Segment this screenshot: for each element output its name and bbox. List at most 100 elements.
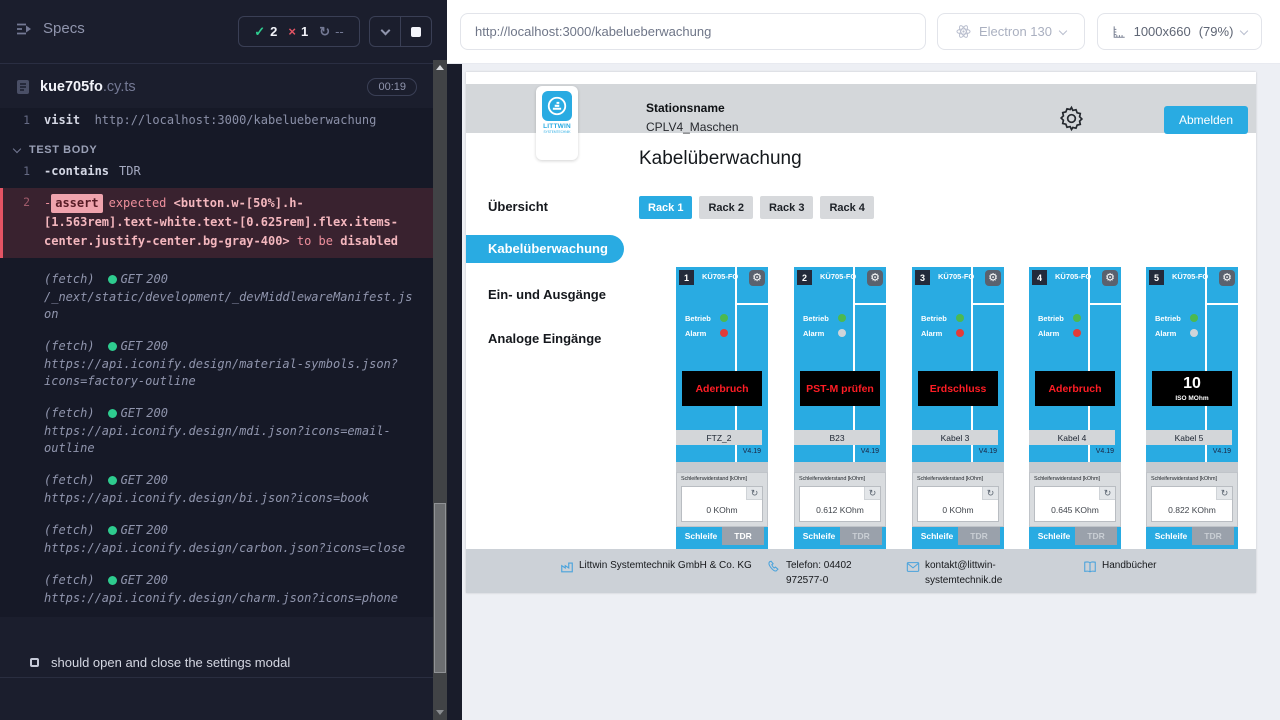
loop-resistance-panel: Schleifenwiderstand [kOhm] ↻ 0.645 KOhm <box>1029 472 1121 527</box>
loop-resistance-display: ↻ 0.822 KOhm <box>1151 486 1233 522</box>
reporter-scrollbar[interactable] <box>433 60 447 720</box>
tab-rack-3[interactable]: Rack 3 <box>760 196 813 219</box>
restart-icon: ↻ <box>319 24 330 40</box>
app-header: Stationsname CPLV4_Maschen Abmelden <box>466 84 1256 133</box>
device-model: KÜ705-FO <box>938 272 974 281</box>
device-card-4: 4 KÜ705-FO ⚙ Betrieb Alarm Aderbruch Kab… <box>1029 267 1121 577</box>
screen: Specs ✓2 ×1 ↻-- kue705fo.cy.ts 00:19 1 v… <box>0 0 1280 720</box>
cable-label: FTZ_2 <box>676 430 762 445</box>
schleife-button[interactable]: Schleife <box>916 527 958 545</box>
status-ok-dot <box>108 342 117 351</box>
iso-value: 10 <box>1183 376 1201 392</box>
divider <box>1146 462 1238 472</box>
sidebar-item-uebersicht[interactable]: Übersicht <box>488 199 548 214</box>
fetch-log-entry[interactable]: (fetch)GET 200 https://api.iconify.desig… <box>0 336 433 392</box>
test-body-section[interactable]: TEST BODY <box>14 144 433 156</box>
fetch-log-entry[interactable]: (fetch)GET 200 https://api.iconify.desig… <box>0 520 433 559</box>
loop-resistance-display: ↻ 0.612 KOhm <box>799 486 881 522</box>
betrieb-label: Betrieb <box>1038 314 1064 323</box>
device-settings-button[interactable]: ⚙ <box>985 270 1001 286</box>
device-number: 4 <box>1032 270 1047 285</box>
fetch-log-entry[interactable]: (fetch)GET 200 /_next/static/development… <box>0 269 433 325</box>
aut-preview-area: Stationsname CPLV4_Maschen Abmelden LITT… <box>462 64 1280 720</box>
tdr-button[interactable]: TDR <box>1075 527 1117 545</box>
device-model: KÜ705-FO <box>702 272 738 281</box>
tdr-button[interactable]: TDR <box>1192 527 1234 545</box>
command-contains[interactable]: 1 -containsTDR <box>0 161 433 182</box>
fetch-log-entry[interactable]: (fetch)GET 200 https://api.iconify.desig… <box>0 403 433 459</box>
pending-test-row[interactable]: should open and close the settings modal <box>0 648 433 678</box>
chevron-down-icon <box>13 145 21 153</box>
panel-splitter[interactable] <box>447 64 462 720</box>
fetch-log-entry[interactable]: (fetch)GET 200 https://api.iconify.desig… <box>0 570 433 609</box>
refresh-button[interactable]: ↻ <box>982 487 998 500</box>
collapse-button[interactable] <box>370 17 400 46</box>
command-visit[interactable]: 1 visit http://localhost:3000/kabelueber… <box>0 110 433 131</box>
tab-rack-2[interactable]: Rack 2 <box>699 196 752 219</box>
loop-resistance-value: 0.645 KOhm <box>1035 505 1115 515</box>
device-settings-button[interactable]: ⚙ <box>749 270 765 286</box>
specs-toggle[interactable]: Specs <box>16 20 85 37</box>
schleife-button[interactable]: Schleife <box>1150 527 1192 545</box>
settings-button[interactable] <box>1058 105 1085 132</box>
cable-label: Kabel 5 <box>1146 430 1232 445</box>
footer-manuals-link[interactable]: Handbücher <box>1083 559 1156 574</box>
device-card-1: 1 KÜ705-FO ⚙ Betrieb Alarm Aderbruch FTZ… <box>676 267 768 577</box>
device-card-3: 3 KÜ705-FO ⚙ Betrieb Alarm Erdschluss Ka… <box>912 267 1004 577</box>
tdr-button[interactable]: TDR <box>840 527 882 545</box>
sidebar-item-analoge-eingaenge[interactable]: Analoge Eingänge <box>488 331 601 346</box>
sidebar-item-kabelueberwachung[interactable]: Kabelüberwachung <box>466 235 624 263</box>
tdr-button[interactable]: TDR <box>958 527 1000 545</box>
fetch-url: /_next/static/development/_devMiddleware… <box>44 289 417 323</box>
loop-resistance-panel: Schleifenwiderstand [kOhm] ↻ 0 KOhm <box>676 472 768 527</box>
cable-label: Kabel 3 <box>912 430 998 445</box>
schleife-button[interactable]: Schleife <box>1033 527 1075 545</box>
iso-unit: ISO MOhm <box>1175 395 1208 402</box>
device-settings-button[interactable]: ⚙ <box>1102 270 1118 286</box>
refresh-button[interactable]: ↻ <box>1099 487 1115 500</box>
cable-label: Kabel 4 <box>1029 430 1115 445</box>
logout-button[interactable]: Abmelden <box>1164 106 1248 134</box>
viewport-select[interactable]: 1000x660 (79%) <box>1097 13 1262 50</box>
url-input[interactable] <box>461 14 925 49</box>
scroll-up-arrow[interactable] <box>436 65 444 70</box>
factory-icon <box>560 560 574 574</box>
phone-icon <box>767 560 781 574</box>
firmware-version: V4.19 <box>1213 448 1231 455</box>
alarm-label: Alarm <box>803 329 824 338</box>
betrieb-led <box>1073 314 1081 322</box>
fetch-log-entry[interactable]: (fetch)GET 200 https://api.iconify.desig… <box>0 470 433 509</box>
device-model: KÜ705-FO <box>1172 272 1208 281</box>
divider <box>1088 445 1090 462</box>
divider <box>1090 303 1121 305</box>
fetch-url: https://api.iconify.design/mdi.json?icon… <box>44 423 417 457</box>
schleife-button[interactable]: Schleife <box>798 527 840 545</box>
device-number: 2 <box>797 270 812 285</box>
alarm-led <box>1190 329 1198 337</box>
tab-rack-4[interactable]: Rack 4 <box>820 196 873 219</box>
betrieb-led <box>956 314 964 322</box>
loop-resistance-label: Schleifenwiderstand [kOhm] <box>1030 473 1120 482</box>
rack-tabs: Rack 1 Rack 2 Rack 3 Rack 4 <box>639 196 874 219</box>
alarm-label: Alarm <box>1155 329 1176 338</box>
sidebar-item-ein-und-ausgaenge[interactable]: Ein- und Ausgänge <box>488 287 606 302</box>
firmware-version: V4.19 <box>743 448 761 455</box>
divider <box>735 445 737 462</box>
command-log: 1 visit http://localhost:3000/kabelueber… <box>0 108 433 617</box>
refresh-button[interactable]: ↻ <box>746 487 762 500</box>
command-assert-failed[interactable]: 2 -assertexpected <button.w-[50%].h-[1.5… <box>0 188 433 258</box>
stop-button[interactable] <box>400 17 431 46</box>
scroll-down-arrow[interactable] <box>436 710 444 715</box>
refresh-button[interactable]: ↻ <box>864 487 880 500</box>
divider <box>737 303 768 305</box>
alarm-label: Alarm <box>685 329 706 338</box>
device-settings-button[interactable]: ⚙ <box>867 270 883 286</box>
scrollbar-thumb[interactable] <box>434 503 446 673</box>
browser-select[interactable]: Electron 130 <box>937 13 1085 50</box>
tab-rack-1[interactable]: Rack 1 <box>639 196 692 219</box>
assert-badge: assert <box>51 194 102 213</box>
schleife-button[interactable]: Schleife <box>680 527 722 545</box>
tdr-button[interactable]: TDR <box>722 527 764 545</box>
refresh-button[interactable]: ↻ <box>1216 487 1232 500</box>
device-settings-button[interactable]: ⚙ <box>1219 270 1235 286</box>
